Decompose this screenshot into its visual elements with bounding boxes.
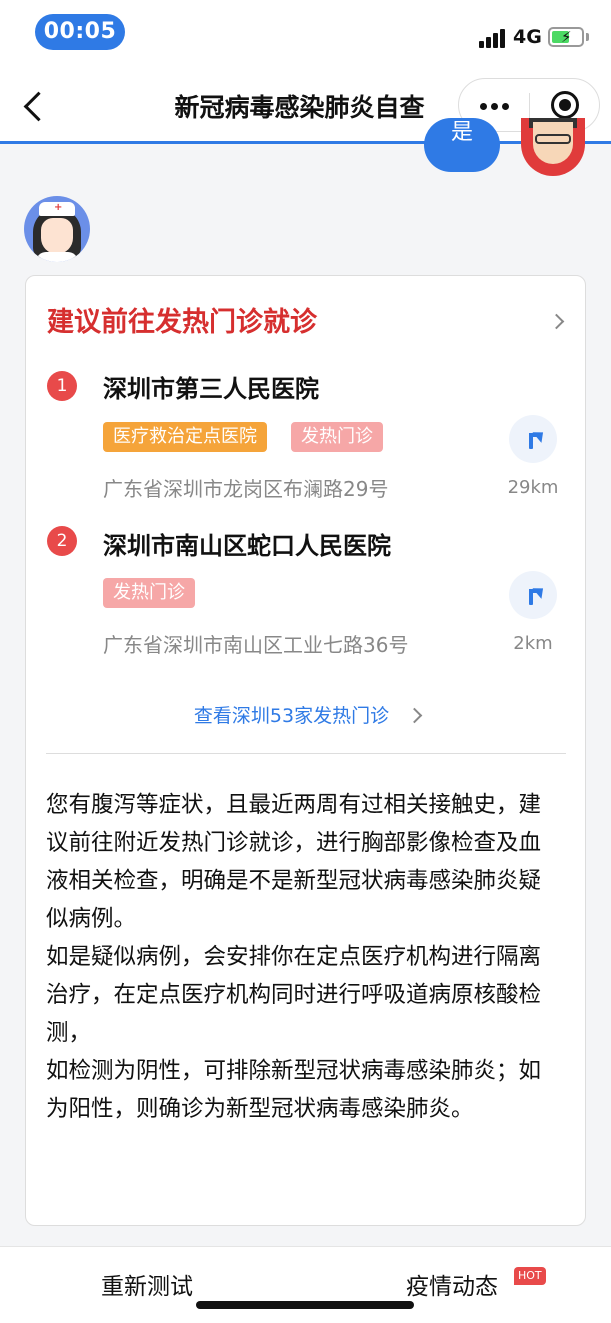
advice-text: 您有腹泻等症状，且最近两周有过相关接触史，建议前往附近发热门诊就诊，进行胸部影像… xyxy=(46,786,551,1128)
signal-icon xyxy=(479,28,507,48)
view-all-fever-clinics-link[interactable]: 查看深圳53家发热门诊 xyxy=(26,701,587,728)
status-time: 00:05 xyxy=(35,14,125,50)
user-reply-bubble: 是 xyxy=(424,118,500,172)
tag-fever-clinic: 发热门诊 xyxy=(291,422,383,452)
hospital-name[interactable]: 深圳市第三人民医院 xyxy=(103,369,319,404)
nurse-avatar: + xyxy=(24,196,90,262)
advice-paragraph: 如检测为阴性，可排除新型冠状病毒感染肺炎；如为阳性，则确诊为新型冠状病毒感染肺炎… xyxy=(46,1058,542,1122)
tag-designated-hospital: 医疗救治定点医院 xyxy=(103,422,267,452)
navigation-bar: 新冠病毒感染肺炎自查 xyxy=(0,68,611,144)
battery-tip xyxy=(586,33,589,41)
hospital-index: 2 xyxy=(47,526,77,556)
hospital-address: 广东省深圳市南山区工业七路36号 xyxy=(103,633,409,657)
navigate-icon[interactable] xyxy=(509,571,557,619)
epidemic-news-button[interactable]: 疫情动态 xyxy=(406,1267,498,1301)
navigate-icon[interactable] xyxy=(509,415,557,463)
status-bar: 00:05 4G ⚡ xyxy=(0,0,611,68)
hospital-index: 1 xyxy=(47,371,77,401)
network-type: 4G xyxy=(513,26,542,48)
hospital-name[interactable]: 深圳市南山区蛇口人民医院 xyxy=(103,526,391,561)
hospital-distance: 29km xyxy=(507,477,559,498)
tag-fever-clinic: 发热门诊 xyxy=(103,578,195,608)
hospital-address: 广东省深圳市龙岗区布澜路29号 xyxy=(103,477,389,501)
divider xyxy=(46,753,566,754)
card-title[interactable]: 建议前往发热门诊就诊 xyxy=(47,300,317,339)
bottom-action-bar: 重新测试 疫情动态 HOT xyxy=(0,1246,611,1323)
advice-paragraph: 如是疑似病例，会安排你在定点医疗机构进行隔离治疗，在定点医疗机构同时进行呼吸道病… xyxy=(46,944,542,1046)
hot-badge: HOT xyxy=(514,1267,546,1285)
home-indicator xyxy=(196,1301,414,1309)
chevron-right-icon[interactable] xyxy=(548,313,565,330)
user-avatar xyxy=(521,118,585,176)
battery-icon: ⚡ xyxy=(548,27,584,47)
hospital-distance: 2km xyxy=(513,633,553,654)
result-card: 建议前往发热门诊就诊 1 深圳市第三人民医院 医疗救治定点医院 发热门诊 广东省… xyxy=(25,275,586,1226)
retest-button[interactable]: 重新测试 xyxy=(101,1267,193,1301)
advice-paragraph: 您有腹泻等症状，且最近两周有过相关接触史，建议前往附近发热门诊就诊，进行胸部影像… xyxy=(46,792,542,932)
